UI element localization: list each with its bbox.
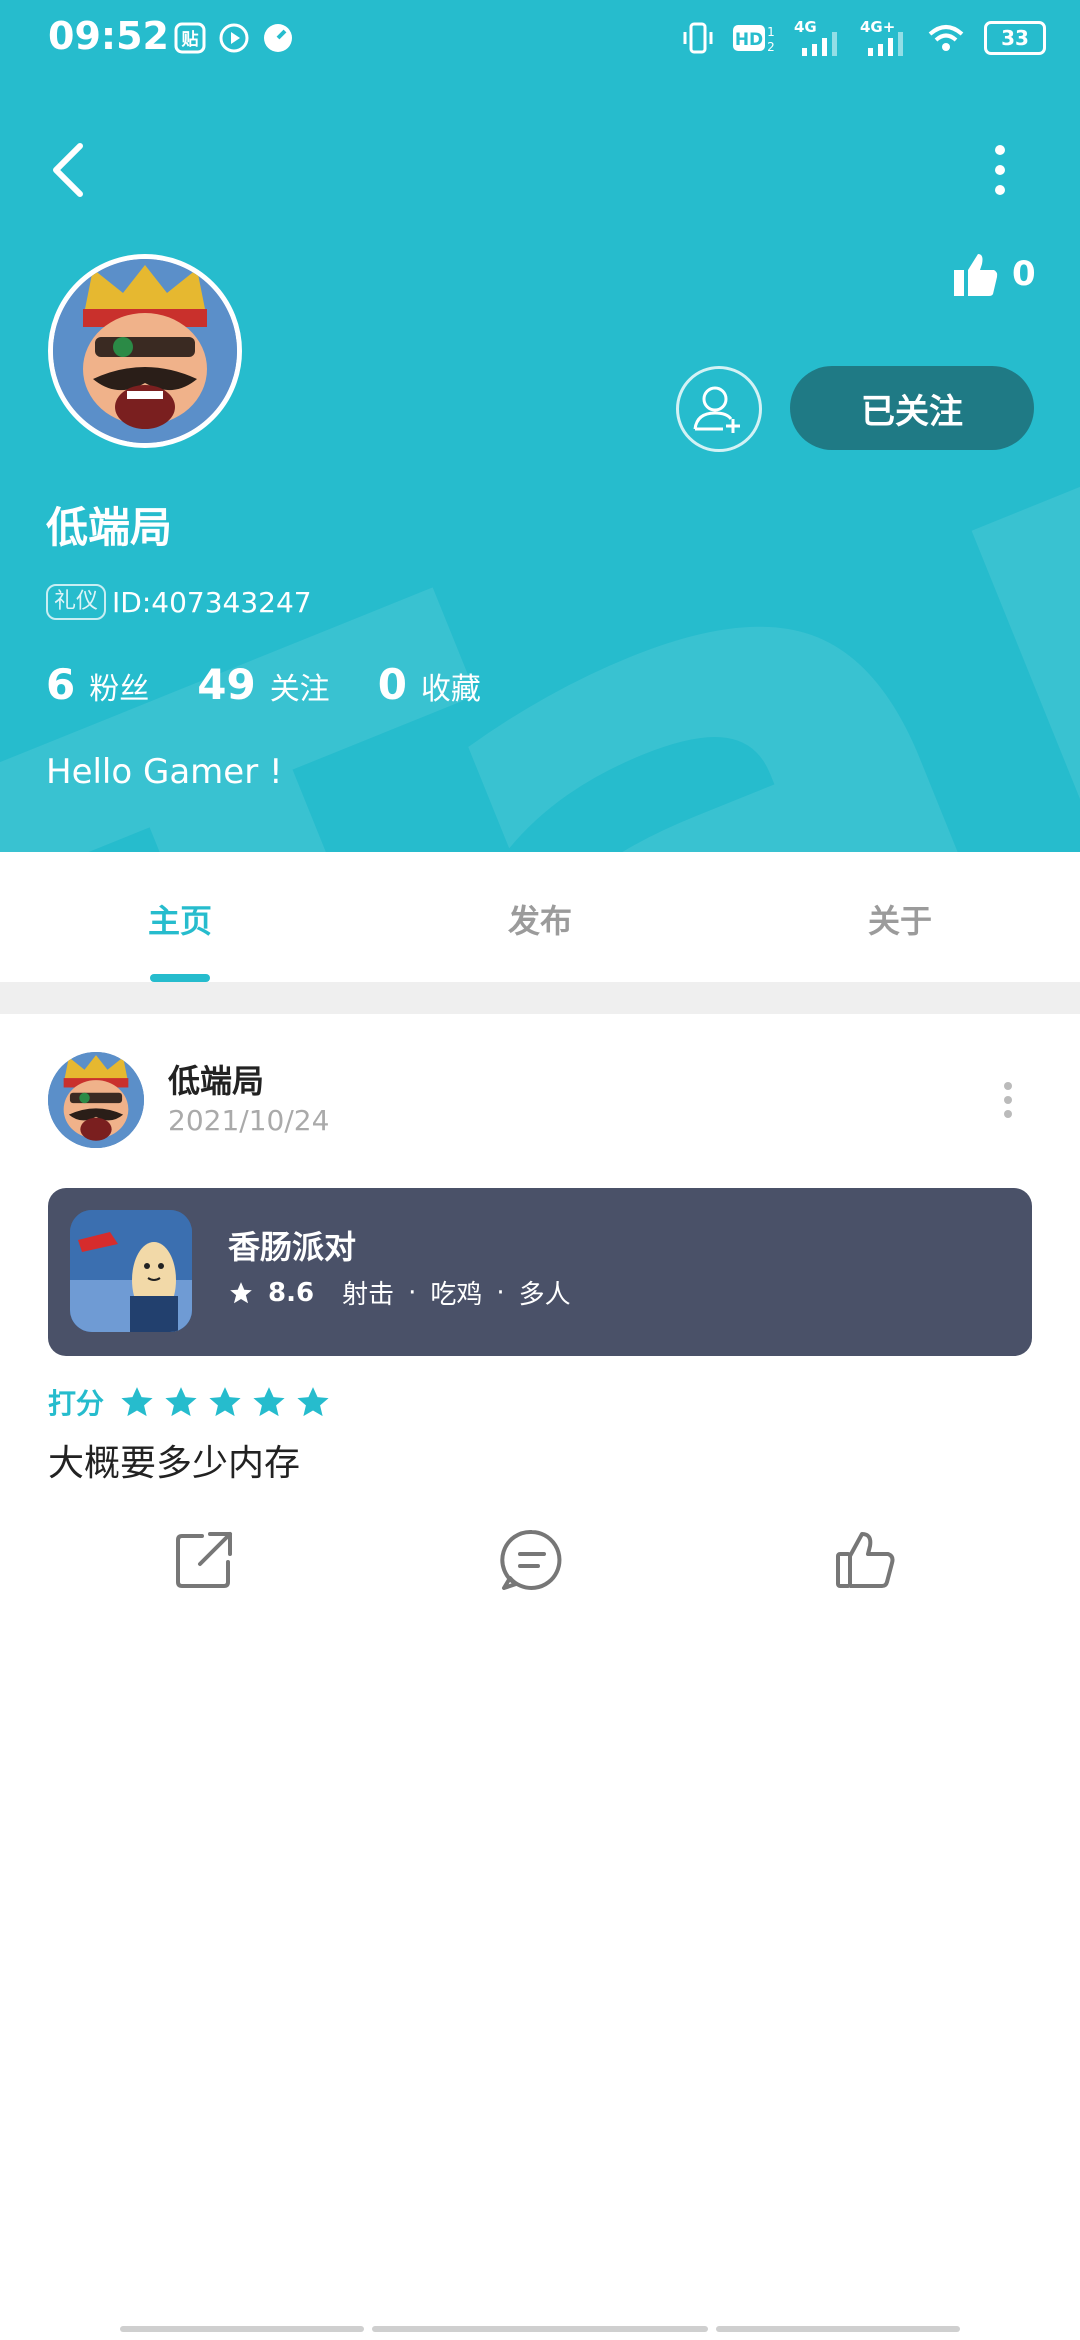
star-icon <box>165 1387 197 1417</box>
gesture-bar <box>372 2326 708 2332</box>
vibrate-icon <box>683 22 713 54</box>
game-tag: 多人 <box>518 1280 571 1310</box>
profile-tabs: 主页 发布 关于 <box>0 852 1080 980</box>
comment-button[interactable] <box>500 1528 564 1592</box>
game-icon <box>70 1210 192 1332</box>
profile-likes[interactable]: 0 <box>952 250 1036 298</box>
game-score: 8.6 <box>268 1277 315 1308</box>
profile-stats: 6 粉丝 49 关注 0 收藏 <box>46 660 529 709</box>
svg-text:贴: 贴 <box>182 29 199 50</box>
favorites-label[interactable]: 收藏 <box>421 664 481 708</box>
svg-text:2: 2 <box>767 40 775 54</box>
signal-2-icon: 4G+ <box>860 18 908 58</box>
signal-1-icon: 4G <box>794 18 842 58</box>
add-friend-button[interactable] <box>676 366 762 452</box>
profile-avatar[interactable] <box>48 254 242 448</box>
tab-posts[interactable]: 发布 <box>440 896 640 942</box>
gesture-bar <box>120 2326 364 2332</box>
followers-label[interactable]: 粉丝 <box>89 664 149 708</box>
game-artwork <box>70 1210 192 1332</box>
star-icon <box>230 1281 252 1303</box>
profile-bio: Hello Gamer ! <box>46 752 283 792</box>
likes-count: 0 <box>1012 254 1036 294</box>
user-badge: 礼仪 <box>46 584 107 620</box>
thumbs-up-icon <box>954 254 998 296</box>
profile-username: 低端局 <box>46 503 173 552</box>
following-label[interactable]: 关注 <box>270 664 330 708</box>
status-time: 09:52 <box>48 14 169 58</box>
svg-text:HD: HD <box>735 30 763 50</box>
tab-about[interactable]: 关于 <box>800 896 1000 942</box>
rating-label: 打分 <box>48 1387 105 1420</box>
following-count[interactable]: 49 <box>197 660 255 709</box>
speed-icon <box>264 24 292 52</box>
status-right: HD 1 2 4G 4G+ 33 <box>682 18 1046 58</box>
game-tag: 吃鸡 <box>430 1280 483 1310</box>
game-meta: 8.6 射击 · 吃鸡 · 多人 <box>228 1274 571 1311</box>
tieba-icon: 贴 <box>174 22 206 54</box>
section-divider <box>0 982 1080 1014</box>
wifi-icon <box>928 25 964 51</box>
game-name: 香肠派对 <box>228 1228 357 1266</box>
user-id-row: 礼仪 ID:407343247 <box>46 584 312 620</box>
star-icon <box>121 1387 153 1417</box>
post-author-name[interactable]: 低端局 <box>168 1056 264 1102</box>
video-icon <box>219 23 249 53</box>
post-date: 2021/10/24 <box>168 1104 330 1137</box>
hd-icon: HD 1 2 <box>733 25 775 54</box>
game-card[interactable]: 香肠派对 8.6 射击 · 吃鸡 · 多人 <box>48 1188 1032 1356</box>
star-icon <box>253 1387 285 1417</box>
battery-indicator: 33 <box>984 21 1046 55</box>
post-more-button[interactable] <box>998 1080 1018 1120</box>
share-button[interactable] <box>172 1528 236 1592</box>
favorites-count[interactable]: 0 <box>378 660 407 709</box>
tag-separator: · <box>496 1277 505 1308</box>
review-text: 大概要多少内存 <box>48 1443 301 1484</box>
game-tag: 射击 <box>342 1280 395 1310</box>
post-author-avatar[interactable] <box>48 1052 144 1148</box>
user-id: ID:407343247 <box>112 585 312 619</box>
status-bar: 09:52 贴 HD 1 2 4G 4G+ 33 <box>0 0 1080 80</box>
rating-row: 打分 <box>48 1382 330 1422</box>
star-icon <box>209 1387 241 1417</box>
tab-home[interactable]: 主页 <box>80 896 280 942</box>
followers-count[interactable]: 6 <box>46 660 75 709</box>
follow-button[interactable]: 已关注 <box>790 366 1034 450</box>
more-options-button[interactable] <box>982 140 1018 200</box>
tag-separator: · <box>408 1277 417 1308</box>
avatar-image <box>53 259 237 443</box>
tab-indicator <box>150 974 210 982</box>
svg-text:1: 1 <box>767 25 775 39</box>
like-button[interactable] <box>834 1528 898 1592</box>
back-button[interactable] <box>44 140 94 200</box>
gesture-bar <box>716 2326 960 2332</box>
avatar-image <box>48 1052 144 1148</box>
star-icon <box>297 1387 329 1417</box>
